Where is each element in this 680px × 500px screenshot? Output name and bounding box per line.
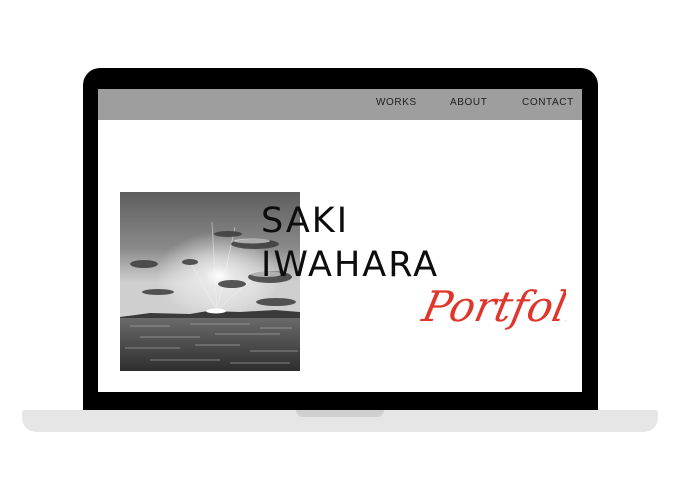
nav-link-about[interactable]: ABOUT xyxy=(450,97,487,108)
top-navigation: WORKS ABOUT CONTACT xyxy=(98,89,582,120)
portfolio-script-text: Portfolio xyxy=(417,283,566,331)
hero-first-name: SAKI xyxy=(261,201,350,241)
svg-text:Portfolio: Portfolio xyxy=(417,283,566,331)
laptop-notch xyxy=(296,410,384,417)
hero-last-name: IWAHARA xyxy=(261,245,440,285)
nav-link-works[interactable]: WORKS xyxy=(376,97,417,108)
nav-link-contact[interactable]: CONTACT xyxy=(522,97,574,108)
website-screen: WORKS ABOUT CONTACT SAKI IWAHARA Portfol… xyxy=(98,89,582,392)
